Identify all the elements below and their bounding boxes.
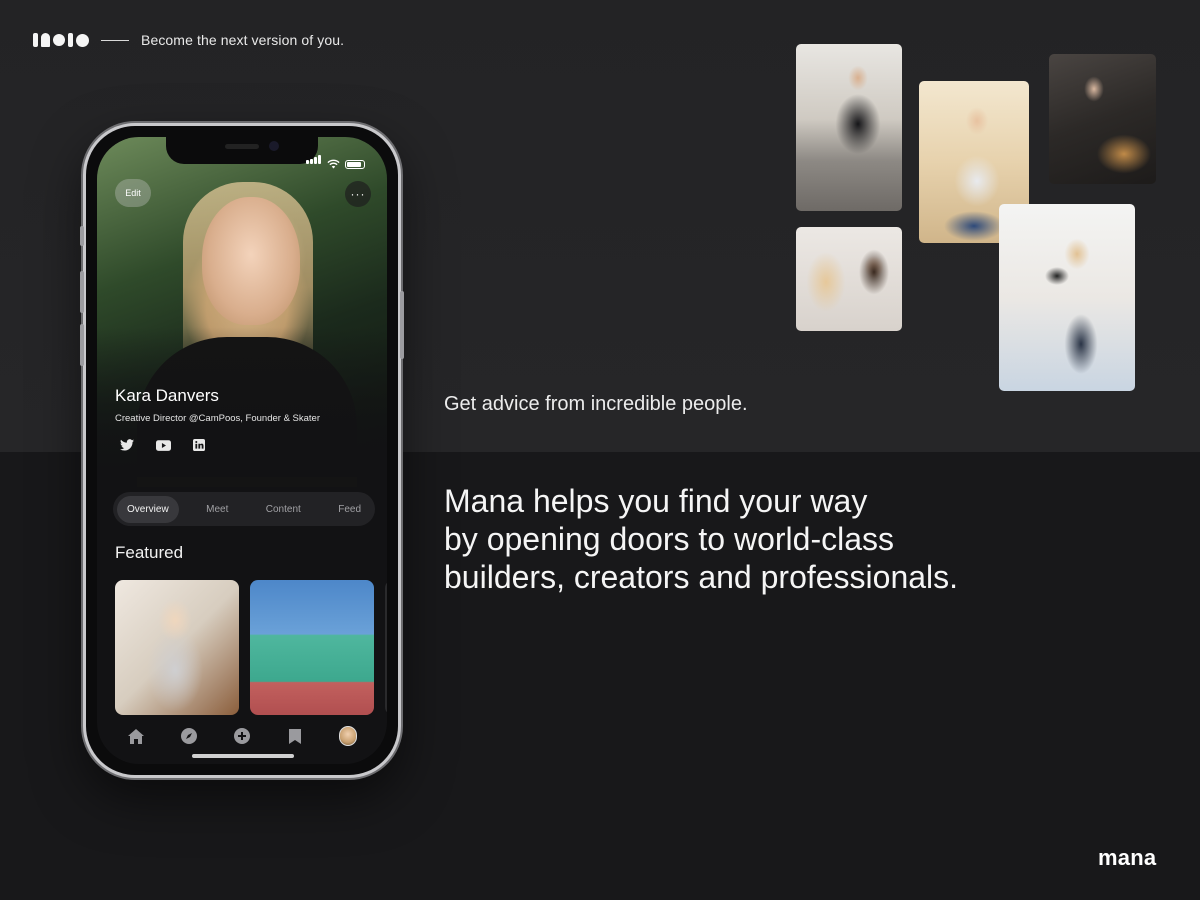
phone-volume-down-button bbox=[80, 324, 84, 366]
header-tagline: Become the next version of you. bbox=[141, 32, 345, 48]
more-options-button[interactable]: ··· bbox=[345, 181, 371, 207]
mentor-photo-woman-on-couch bbox=[796, 44, 902, 211]
headline-line: by opening doors to world-class bbox=[444, 521, 895, 557]
advice-caption: Get advice from incredible people. bbox=[444, 393, 748, 415]
tab-overview[interactable]: Overview bbox=[117, 495, 179, 523]
mentor-photo-guitarist bbox=[1049, 54, 1156, 184]
social-links bbox=[120, 439, 205, 451]
phone-mockup: Edit ··· Kara Danvers Creative Director … bbox=[80, 123, 404, 778]
tab-meet[interactable]: Meet bbox=[196, 496, 238, 523]
profile-tabs: Overview Meet Content Feed bbox=[113, 492, 375, 526]
featured-card-photo[interactable] bbox=[115, 580, 239, 715]
home-icon[interactable] bbox=[127, 727, 145, 745]
tab-content[interactable]: Content bbox=[256, 496, 311, 523]
brand-logo-mark bbox=[33, 33, 89, 47]
linkedin-icon[interactable] bbox=[193, 439, 205, 451]
phone-notch bbox=[166, 137, 318, 164]
home-indicator bbox=[192, 754, 294, 758]
phone-power-button bbox=[400, 291, 404, 359]
phone-screen: Edit ··· Kara Danvers Creative Director … bbox=[97, 137, 387, 764]
header-divider-line bbox=[101, 39, 129, 41]
phone-volume-up-button bbox=[80, 271, 84, 313]
mentor-photo-photographer bbox=[999, 204, 1135, 391]
main-headline: Mana helps you find your way by opening … bbox=[444, 482, 1144, 596]
mana-logo: mana bbox=[1098, 845, 1157, 870]
plus-icon[interactable] bbox=[233, 727, 251, 745]
status-bar bbox=[306, 151, 365, 169]
twitter-icon[interactable] bbox=[120, 439, 134, 451]
signal-icon bbox=[306, 151, 322, 169]
featured-heading: Featured bbox=[115, 543, 184, 562]
edit-profile-button[interactable]: Edit bbox=[115, 179, 151, 207]
headline-line: builders, creators and professionals. bbox=[444, 559, 959, 595]
mentor-photo-makeup-artist bbox=[796, 227, 902, 331]
compass-icon[interactable] bbox=[180, 727, 198, 745]
phone-side-button bbox=[80, 226, 84, 246]
profile-name: Kara Danvers bbox=[115, 386, 219, 405]
headline-line: Mana helps you find your way bbox=[444, 483, 868, 519]
avatar bbox=[339, 726, 358, 746]
header: Become the next version of you. bbox=[33, 32, 344, 48]
featured-card-photo[interactable] bbox=[250, 580, 374, 715]
phone-speaker bbox=[225, 144, 259, 149]
tab-feed[interactable]: Feed bbox=[328, 496, 371, 523]
profile-role: Creative Director @CamPoos, Founder & Sk… bbox=[115, 413, 320, 424]
profile-avatar-tab[interactable] bbox=[339, 726, 358, 746]
wifi-icon bbox=[327, 159, 340, 169]
featured-card-photo[interactable] bbox=[385, 580, 387, 715]
hero-photo-face bbox=[202, 197, 300, 325]
battery-icon bbox=[345, 160, 365, 169]
phone-camera bbox=[269, 141, 279, 151]
bookmark-icon[interactable] bbox=[286, 727, 304, 745]
youtube-icon[interactable] bbox=[156, 439, 171, 451]
